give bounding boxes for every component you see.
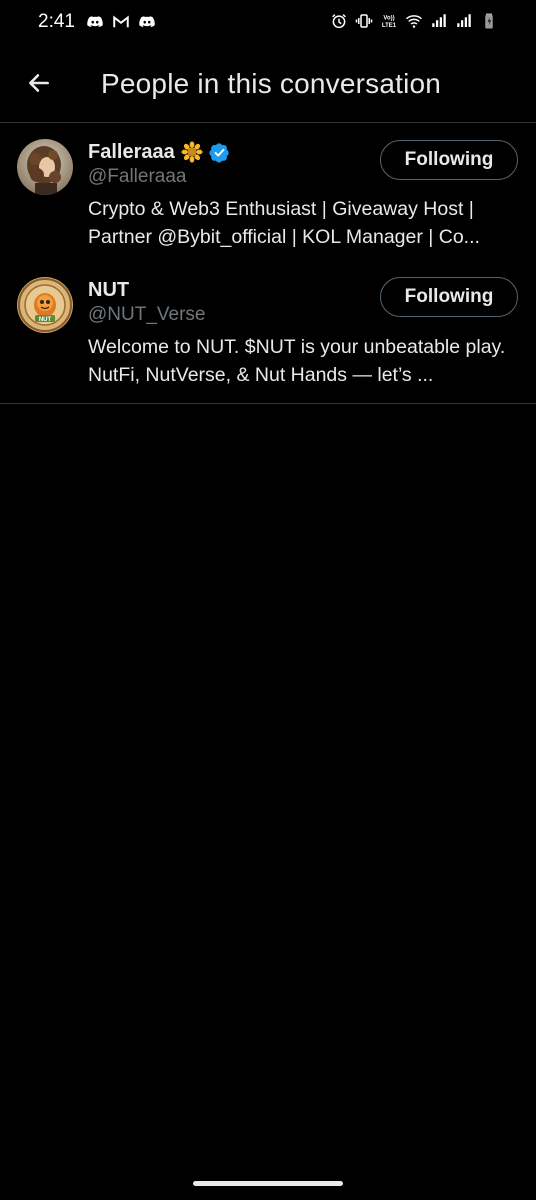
- display-name[interactable]: Falleraaa: [88, 141, 175, 164]
- vibrate-icon: [355, 12, 373, 30]
- status-time: 2:41: [38, 11, 75, 32]
- volte-icon: Vo)) LTE1: [380, 12, 398, 30]
- page-title: People in this conversation: [101, 68, 442, 99]
- user-bio: Welcome to NUT. $NUT is your unbeatable …: [88, 336, 506, 386]
- screen: 2:41 Vo)) LTE1 People in this conversati…: [0, 0, 536, 1200]
- discord-icon: [138, 13, 156, 31]
- following-button[interactable]: Following: [380, 140, 518, 180]
- home-indicator[interactable]: [193, 1181, 343, 1186]
- avatar[interactable]: NUT: [17, 277, 73, 333]
- list-item[interactable]: NUT NUT @NUT_Verse Welcome to NUT. $NUT …: [0, 267, 536, 404]
- wifi-icon: [405, 12, 423, 30]
- svg-text:NUT: NUT: [39, 317, 52, 323]
- status-right-icons: Vo)) LTE1: [330, 12, 498, 30]
- user-list: Falleraaa @Falleraaa Crypto & Web3 Enthu…: [0, 123, 536, 404]
- battery-icon: [480, 12, 498, 30]
- status-bar: 2:41 Vo)) LTE1: [0, 0, 536, 44]
- back-button[interactable]: [22, 66, 56, 100]
- verified-badge-icon: [209, 142, 230, 163]
- user-bio: Crypto & Web3 Enthusiast | Giveaway Host…: [88, 198, 480, 248]
- display-name[interactable]: NUT: [88, 279, 129, 302]
- arrow-left-icon: [29, 74, 49, 92]
- svg-text:Vo)): Vo)): [383, 16, 394, 22]
- alarm-icon: [330, 12, 348, 30]
- avatar[interactable]: [17, 139, 73, 195]
- svg-text:LTE1: LTE1: [382, 23, 397, 29]
- sunflower-emoji-icon: [181, 141, 203, 163]
- gmail-icon: [112, 13, 130, 31]
- list-item[interactable]: Falleraaa @Falleraaa Crypto & Web3 Enthu…: [0, 123, 536, 267]
- discord-icon: [86, 13, 104, 31]
- status-left-icons: [86, 13, 156, 31]
- signal-icon: [455, 12, 473, 30]
- header: People in this conversation: [0, 44, 536, 123]
- following-button[interactable]: Following: [380, 277, 518, 317]
- signal-icon: [430, 12, 448, 30]
